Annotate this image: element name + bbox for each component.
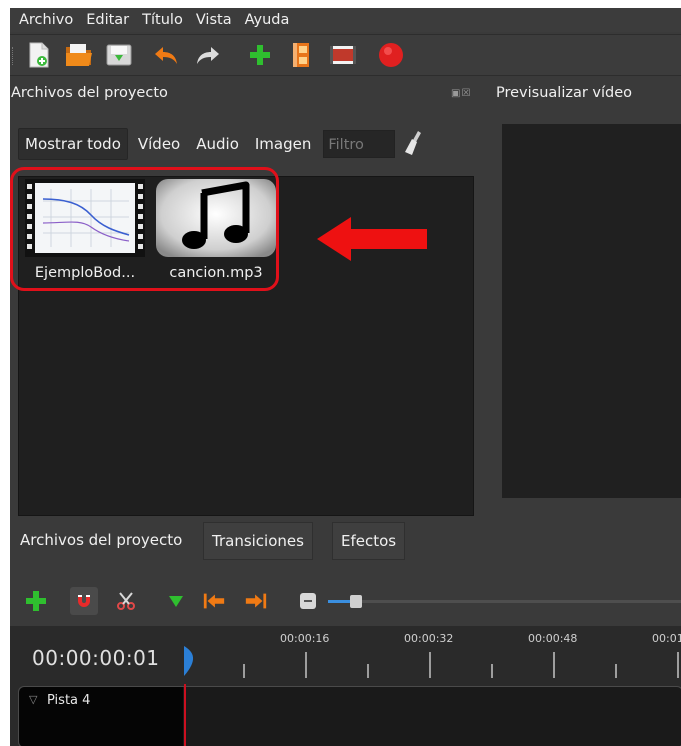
- openshot-window: Archivo Editar Título Vista Ayuda Archiv…: [10, 8, 681, 746]
- undo-icon[interactable]: [152, 40, 182, 70]
- project-files-panel: Archivos del proyecto ▣☒ Mostrar todo Ví…: [10, 76, 482, 516]
- dock-buttons[interactable]: ▣☒: [451, 88, 471, 99]
- profile-icon[interactable]: [286, 40, 316, 70]
- import-files-icon[interactable]: [245, 40, 275, 70]
- save-project-icon[interactable]: [104, 40, 134, 70]
- tab-transitions[interactable]: Transiciones: [203, 522, 313, 560]
- tab-project-files[interactable]: Archivos del proyecto: [12, 522, 191, 558]
- tab-effects[interactable]: Efectos: [332, 522, 406, 560]
- current-time-display: 00:00:00:01: [32, 646, 160, 670]
- video-preview-panel: Previsualizar vídeo: [484, 76, 681, 516]
- menu-titulo[interactable]: Título: [142, 12, 183, 28]
- zoom-slider-handle[interactable]: [350, 595, 362, 608]
- timeline-ruler[interactable]: 00:00:16 00:00:32 00:00:48 00:01: [186, 626, 681, 684]
- arrow-annotation: [317, 217, 427, 261]
- playhead-line: [184, 684, 186, 746]
- jump-end-icon[interactable]: [244, 589, 268, 613]
- dock-tabs: Archivos del proyecto Transiciones Efect…: [10, 522, 681, 562]
- main-toolbar: [10, 34, 681, 76]
- zoom-slider-fill: [328, 600, 350, 603]
- export-video-icon[interactable]: [376, 40, 406, 70]
- filter-video-button[interactable]: Vídeo: [132, 129, 186, 159]
- track-name: Pista 4: [47, 693, 91, 708]
- open-project-icon[interactable]: [64, 40, 94, 70]
- clear-filter-icon[interactable]: [403, 130, 423, 158]
- filter-audio-button[interactable]: Audio: [190, 129, 245, 159]
- jump-start-icon[interactable]: [202, 589, 226, 613]
- zoom-out-icon[interactable]: [296, 589, 320, 613]
- new-project-icon[interactable]: [24, 40, 54, 70]
- filter-input[interactable]: Filtro: [323, 130, 396, 158]
- fullscreen-icon[interactable]: [328, 40, 358, 70]
- track-row[interactable]: ▽ Pista 4: [18, 686, 681, 746]
- track-header[interactable]: ▽ Pista 4: [19, 687, 183, 746]
- add-track-icon[interactable]: [24, 589, 48, 613]
- menu-archivo[interactable]: Archivo: [19, 12, 73, 28]
- project-files-title: Archivos del proyecto: [11, 85, 168, 101]
- toolbar-grip[interactable]: [12, 47, 16, 65]
- menu-vista[interactable]: Vista: [196, 12, 232, 28]
- redo-icon[interactable]: [192, 40, 222, 70]
- highlight-annotation: [10, 167, 279, 291]
- timeline-toolbar: [10, 576, 681, 626]
- menu-ayuda[interactable]: Ayuda: [245, 12, 290, 28]
- razor-tool-icon[interactable]: [114, 589, 138, 613]
- preview-title: Previsualizar vídeo: [496, 85, 633, 101]
- filter-row: Mostrar todo Vídeo Audio Imagen Filtro: [18, 126, 423, 162]
- preview-screen: [502, 124, 681, 498]
- zoom-slider[interactable]: [328, 595, 681, 608]
- menu-editar[interactable]: Editar: [86, 12, 129, 28]
- add-marker-icon[interactable]: [164, 589, 188, 613]
- filter-show-all-button[interactable]: Mostrar todo: [18, 128, 128, 160]
- filter-image-button[interactable]: Imagen: [249, 129, 317, 159]
- track-collapse-icon[interactable]: ▽: [29, 693, 37, 706]
- snap-magnet-icon[interactable]: [70, 587, 98, 615]
- ruler-ticks: [243, 652, 679, 678]
- timeline-area[interactable]: 00:00:00:01 00:00:16 00:00:32 00:00:48 0…: [10, 626, 681, 746]
- menu-bar: Archivo Editar Título Vista Ayuda: [10, 8, 681, 32]
